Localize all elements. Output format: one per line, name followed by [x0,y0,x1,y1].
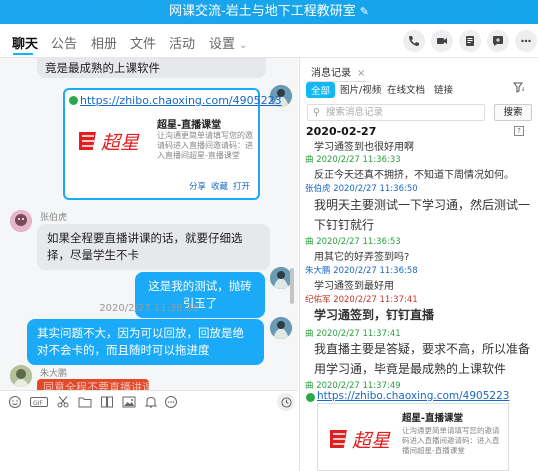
tab-album[interactable]: 相册 [91,33,117,52]
screen-share-button[interactable] [459,30,481,52]
link-title: 超星-直播课堂 [402,413,463,424]
scissors-icon[interactable] [56,395,70,409]
open-link[interactable]: 打开 [233,182,250,192]
message-text: 竟是最成熟的上课软件 [45,61,160,75]
svg-text:超星: 超星 [101,132,140,154]
history-button[interactable] [277,393,295,411]
link-title: 超星-直播课堂 [157,120,222,131]
message-text: 同意全程不要直播讲课 [43,381,149,390]
active-tab-indicator [13,53,33,55]
phone-call-button[interactable] [403,30,425,52]
add-chat-icon [493,36,503,46]
tab-settings[interactable]: 设置 ⌄ [209,33,248,52]
search-button[interactable]: 搜索 [494,104,532,121]
record-text: 学习通签到最好用 [314,281,394,292]
record-meta: 朱大鹏 2020/2/27 11:36:58 [305,266,418,276]
input-area[interactable]: GIF [0,390,298,471]
record-text: 我直播主要是答疑，要求不高，所以准备用学习通，毕竟是最成熟的上课软件 [314,342,531,376]
panel-tab[interactable]: 消息记录 × [307,62,370,82]
search-placeholder: 搜索消息记录 [326,107,384,118]
chat-scrollbar[interactable] [290,268,294,304]
tab-settings-label: 设置 [209,37,236,52]
avatar[interactable] [10,365,32,387]
filter-all[interactable]: 全部 [306,82,336,98]
filter-docs[interactable]: 在线文档 [387,82,425,96]
filter-links[interactable]: 链接 [434,82,453,96]
link-preview: 超星 超星-直播课堂 让沟通更简单请填写您的邀请码进入直播间邀请码：进入直播间超… [65,112,258,174]
document-icon [466,36,474,46]
message-bubble-red: 同意全程不要直播讲课 [37,379,149,390]
avatar[interactable] [270,317,292,339]
message-bubble: 竟是最成熟的上课软件 [37,58,266,78]
more-button[interactable] [515,30,537,52]
tab-files[interactable]: 文件 [130,33,156,52]
favorite-link[interactable]: 收藏 [211,182,228,192]
gif-icon[interactable]: GIF [30,395,48,409]
window-title-bar: 网课交流-岩土与地下工程教研室 ✎ [0,0,538,24]
clock-icon [280,396,292,408]
search-input[interactable]: ⚲ 搜索消息记录 [307,104,485,121]
message-timestamp: 2020/2/27 11:38:36 [99,303,199,314]
phone-icon [409,36,419,46]
more-icon [521,39,531,43]
folder-icon[interactable] [78,395,92,409]
avatar[interactable] [270,267,292,289]
close-icon[interactable]: × [357,68,365,79]
record-link-url[interactable]: https://zhibo.chaoxing.com/4905223 [317,390,509,402]
date-header: 2020-02-27 [306,125,377,138]
record-meta: 曲 2020/2/27 11:36:33 [305,155,401,165]
avatar[interactable] [10,210,32,232]
record-link-card[interactable]: 超星 超星-直播课堂 让沟通更简单请填写您的邀请码进入直播间邀请码：进入直播间超… [317,403,509,471]
record-meta: 曲 2020/2/27 11:36:53 [305,237,401,247]
link-card-message[interactable]: https://zhibo.chaoxing.com/4905223 超星 超星… [63,88,282,200]
emoji-icon[interactable] [8,395,22,409]
message-bubble: 如果全程要直播讲课的话，就要仔细选择，尽量学生不卡 [37,224,270,270]
record-meta: 纪佑军 2020/2/27 11:37:41 [305,295,418,305]
record-meta: 张伯虎 2020/2/27 11:36:50 [305,184,418,194]
chaoxing-logo: 超星 [74,126,143,154]
video-icon [437,38,447,44]
book-icon[interactable] [100,395,114,409]
message-text: 如果全程要直播讲课的话，就要仔细选择，尽量学生不卡 [47,231,243,262]
message-text: 其实问题不大，因为可以回放，回放是绝对不会卡的，而且随时可以拖进度 [37,326,244,357]
panel-tab-label: 消息记录 [311,68,351,79]
filter-icon[interactable] [513,82,525,96]
bell-icon[interactable] [144,395,158,409]
record-text: 学习通签到也很好用啊 [314,142,414,153]
link-description: 让沟通更简单请填写您的邀请码进入直播间邀请码：进入直播间超星-直播课堂 [402,426,500,455]
add-app-button[interactable] [487,30,509,52]
tab-activity[interactable]: 活动 [169,33,195,52]
message-bubble-self: 其实问题不大，因为可以回放，回放是绝对不会卡的，而且随时可以拖进度 [27,319,264,365]
image-icon[interactable] [122,395,136,409]
window-title: 网课交流-岩土与地下工程教研室 [169,4,356,19]
tab-announcement[interactable]: 公告 [51,33,77,52]
chat-message-area[interactable]: 竟是最成熟的上课软件 https://zhibo.chaoxing.com/49… [0,58,298,390]
chevron-down-icon: ⌄ [239,40,248,51]
video-call-button[interactable] [431,30,453,52]
sender-name: 朱大鹏 [40,369,68,379]
link-actions: 分享 收藏 打开 [184,180,250,192]
help-icon[interactable]: ? [514,126,524,136]
share-link[interactable]: 分享 [189,182,206,192]
tab-chat[interactable]: 聊天 [12,33,38,52]
record-meta: 曲 2020/2/27 11:37:41 [305,329,401,339]
record-text: 我明天主要测试一下学习通，然后测试一下钉钉就行 [314,198,531,232]
record-text: 学习通签到，钉钉直播 [314,308,435,322]
pencil-icon[interactable]: ✎ [360,5,369,18]
top-tab-bar: 聊天 公告 相册 文件 活动 设置 ⌄ [0,24,538,58]
shield-check-icon [69,96,78,105]
svg-text:超星: 超星 [352,430,391,452]
message-record-panel: 消息记录 × 全部 图片/视频 在线文档 链接 ⚲ 搜索消息记录 搜索 2020-… [299,58,538,471]
chaoxing-logo: 超星 [325,424,394,452]
record-text: 用其它的好弄签到吗? [314,252,410,263]
search-icon: ⚲ [313,107,320,118]
shield-check-icon [306,393,315,402]
filter-media[interactable]: 图片/视频 [340,82,381,96]
link-url[interactable]: https://zhibo.chaoxing.com/4905223 [80,94,282,107]
more-circle-icon[interactable] [164,395,178,409]
record-text: 反正今天还真不拥挤，不知道下周情况如何。 [314,170,514,181]
svg-text:GIF: GIF [33,400,43,407]
sender-name: 张伯虎 [40,213,68,223]
link-description: 让沟通更简单请填写您的邀请码进入直播间邀请码：进入直播间超星-直播课堂 [157,131,253,160]
